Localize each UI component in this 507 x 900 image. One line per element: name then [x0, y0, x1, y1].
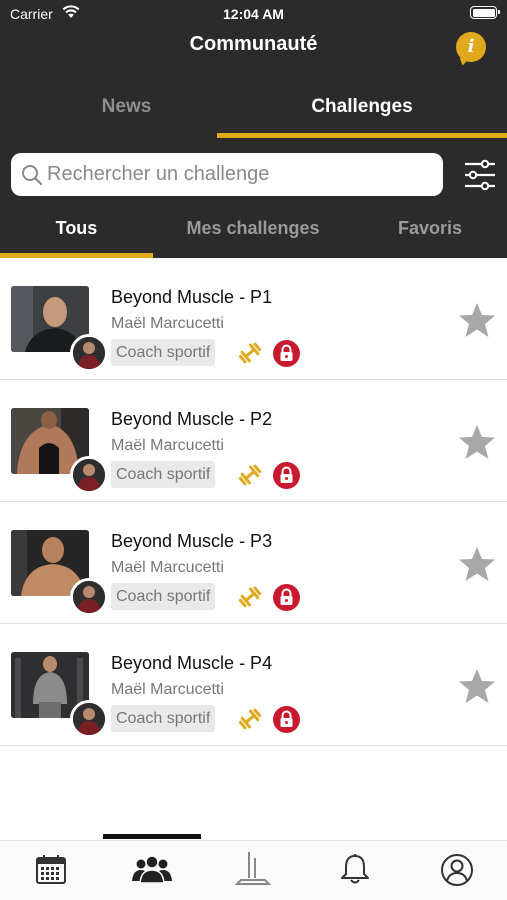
lock-icon	[273, 706, 300, 733]
subtab-mes-challenges[interactable]: Mes challenges	[153, 206, 353, 252]
header: Carrier 12:04 AM Communauté i News Chall…	[0, 0, 507, 258]
favorite-star-icon[interactable]	[458, 668, 496, 704]
challenge-list: Beyond Muscle - P1 Maël Marcucetti Coach…	[0, 258, 507, 746]
tab-notifications[interactable]	[304, 840, 405, 900]
coach-avatar	[70, 456, 108, 494]
challenge-row[interactable]: Beyond Muscle - P1 Maël Marcucetti Coach…	[0, 258, 507, 380]
stats-icon	[234, 852, 271, 885]
challenge-author: Maël Marcucetti	[111, 681, 224, 698]
search-input[interactable]	[47, 153, 437, 196]
search-icon	[22, 165, 43, 186]
dumbbell-icon	[238, 708, 262, 730]
challenge-title: Beyond Muscle - P1	[111, 287, 273, 307]
coach-badge: Coach sportif	[111, 583, 216, 610]
battery-icon	[470, 6, 500, 19]
profile-icon	[440, 854, 473, 886]
dumbbell-icon	[238, 464, 262, 486]
coach-badge: Coach sportif	[111, 339, 216, 366]
tab-challenges[interactable]: Challenges	[217, 80, 507, 138]
page-title: Communauté	[189, 33, 318, 55]
subtab-favoris[interactable]: Favoris	[353, 206, 507, 252]
tab-news[interactable]: News	[0, 80, 253, 138]
challenge-row[interactable]: Beyond Muscle - P2 Maël Marcucetti Coach…	[0, 380, 507, 502]
challenge-row[interactable]: Beyond Muscle - P4 Maël Marcucetti Coach…	[0, 624, 507, 746]
coach-badge: Coach sportif	[111, 705, 216, 732]
status-bar: Carrier 12:04 AM	[0, 0, 507, 28]
challenge-author: Maël Marcucetti	[111, 315, 224, 332]
coach-avatar	[70, 334, 108, 372]
coach-avatar	[70, 578, 108, 616]
lock-icon	[273, 340, 300, 367]
challenge-author: Maël Marcucetti	[111, 437, 224, 454]
favorite-star-icon[interactable]	[458, 546, 496, 582]
challenge-row[interactable]: Beyond Muscle - P3 Maël Marcucetti Coach…	[0, 502, 507, 624]
challenge-title: Beyond Muscle - P3	[111, 531, 273, 551]
tab-calendar[interactable]	[0, 840, 101, 900]
tab-stats[interactable]	[202, 840, 303, 900]
challenge-title: Beyond Muscle - P2	[111, 409, 273, 429]
info-button[interactable]: i	[456, 32, 486, 62]
favorite-star-icon[interactable]	[458, 424, 496, 460]
subtab-tous[interactable]: Tous	[0, 206, 153, 252]
dumbbell-icon	[238, 342, 262, 364]
status-time: 12:04 AM	[223, 6, 284, 22]
coach-badge: Coach sportif	[111, 461, 216, 488]
favorite-star-icon[interactable]	[458, 302, 496, 338]
search-bar[interactable]	[11, 153, 443, 196]
bell-icon	[340, 854, 369, 884]
calendar-icon	[35, 855, 66, 884]
challenge-author: Maël Marcucetti	[111, 559, 224, 576]
filter-icon[interactable]	[462, 157, 498, 193]
challenge-title: Beyond Muscle - P4	[111, 653, 273, 673]
coach-avatar	[70, 700, 108, 738]
tab-profile[interactable]	[406, 840, 507, 900]
tab-active-indicator	[103, 834, 201, 839]
lock-icon	[273, 584, 300, 611]
community-icon	[131, 855, 172, 884]
tab-community[interactable]	[101, 840, 202, 900]
dumbbell-icon	[238, 586, 262, 608]
tab-challenges-indicator	[217, 133, 507, 138]
lock-icon	[273, 462, 300, 489]
